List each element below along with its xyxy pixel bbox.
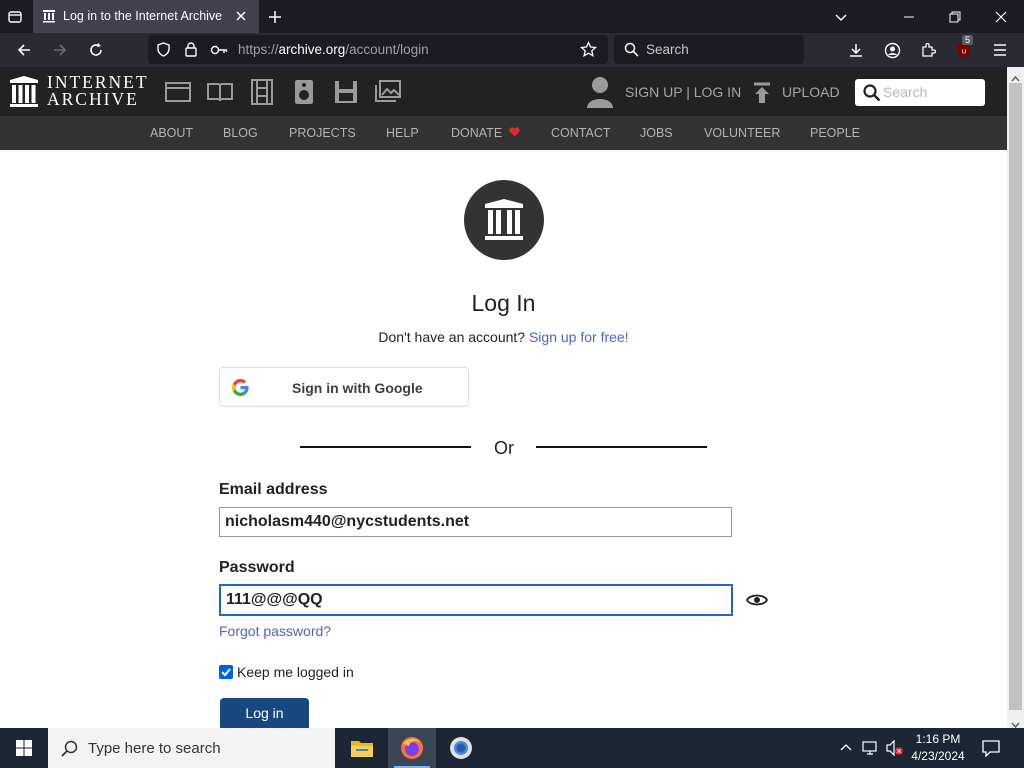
google-signin-label: Sign in with Google — [292, 380, 423, 396]
downloads-icon[interactable] — [844, 38, 868, 62]
nav-contact[interactable]: CONTACT — [551, 126, 611, 140]
signup-login-link[interactable]: SIGN UP | LOG IN — [625, 84, 741, 100]
extensions-puzzle-icon[interactable] — [916, 38, 940, 62]
taskbar-search-placeholder: Type here to search — [88, 740, 221, 757]
audio-speaker-icon[interactable] — [291, 79, 317, 105]
taskbar-clock[interactable]: 1:16 PM 4/23/2024 — [907, 731, 969, 765]
divider-left — [300, 446, 471, 448]
system-tray-chevron-icon[interactable] — [840, 741, 852, 759]
network-icon[interactable] — [862, 740, 880, 761]
user-avatar-icon[interactable] — [585, 76, 615, 113]
minimize-window-button[interactable] — [886, 0, 932, 33]
windows-start-icon[interactable] — [0, 728, 48, 768]
new-tab-button[interactable] — [264, 6, 286, 28]
ia-emblem-icon — [464, 180, 544, 260]
search-icon — [624, 42, 639, 62]
ia-logo-wordmark[interactable]: INTERNET ARCHIVE — [47, 73, 149, 109]
volume-muted-icon[interactable] — [886, 739, 904, 761]
nav-donate-label: DONATE — [451, 126, 503, 140]
page-title: Log In — [471, 290, 536, 316]
tab-overview-icon[interactable] — [4, 6, 26, 28]
no-account-label: Don't have an account? — [378, 329, 526, 345]
file-explorer-icon[interactable] — [338, 728, 386, 768]
keep-logged-in-checkbox[interactable] — [219, 665, 233, 679]
windows-taskbar: Type here to search 1:16 PM 4/23/2024 — [0, 728, 1024, 768]
close-window-button[interactable] — [978, 0, 1024, 33]
browser-search-placeholder: Search — [646, 42, 689, 57]
heart-icon — [509, 126, 520, 140]
tab-title: Log in to the Internet Archive — [63, 9, 223, 23]
nav-donate[interactable]: DONATE — [451, 126, 520, 140]
browser-tab-active[interactable]: Log in to the Internet Archive — [33, 0, 259, 33]
lock-icon[interactable] — [184, 41, 198, 62]
back-arrow-icon[interactable] — [12, 38, 36, 62]
browser-nav-bar: https://archive.org/account/login Search… — [0, 33, 1024, 67]
reload-icon[interactable] — [84, 38, 108, 62]
ia-logo-icon[interactable] — [9, 76, 39, 113]
texts-book-icon[interactable] — [207, 79, 233, 105]
scroll-thumb[interactable] — [1009, 83, 1022, 710]
email-label: Email address — [219, 481, 328, 498]
tracking-shield-icon[interactable] — [156, 42, 171, 62]
video-film-icon[interactable] — [249, 79, 275, 105]
ia-search-input[interactable]: Search — [855, 79, 985, 106]
forgot-password-link[interactable]: Forgot password? — [219, 623, 331, 639]
logo-line2: ARCHIVE — [47, 89, 139, 109]
account-icon[interactable] — [880, 38, 904, 62]
upload-link[interactable]: UPLOAD — [782, 84, 840, 100]
clock-time: 1:16 PM — [915, 732, 961, 746]
software-floppy-icon[interactable] — [333, 79, 359, 105]
taskbar-search-box[interactable]: Type here to search — [48, 728, 335, 768]
browser-tab-bar: Log in to the Internet Archive — [0, 0, 1024, 33]
nav-help[interactable]: HELP — [386, 126, 419, 140]
show-password-eye-icon[interactable] — [745, 592, 769, 613]
google-signin-button[interactable]: Sign in with Google — [219, 367, 469, 407]
no-account-text: Don't have an account? Sign up for free! — [0, 329, 1007, 345]
search-icon — [863, 84, 881, 107]
keep-logged-in-label[interactable]: Keep me logged in — [237, 664, 354, 680]
menu-hamburger-icon[interactable] — [988, 38, 1012, 62]
images-photo-icon[interactable] — [375, 79, 401, 105]
ia-sub-nav: ABOUT BLOG PROJECTS HELP DONATE CONTACT … — [0, 116, 1007, 150]
institution-favicon-icon — [42, 9, 56, 28]
nav-volunteer[interactable]: VOLUNTEER — [704, 126, 780, 140]
upload-arrow-icon[interactable] — [752, 82, 772, 109]
nav-blog[interactable]: BLOG — [223, 126, 258, 140]
email-field[interactable] — [219, 507, 732, 537]
nav-jobs[interactable]: JOBS — [640, 126, 673, 140]
divider-right — [536, 446, 707, 448]
nav-about[interactable]: ABOUT — [150, 126, 193, 140]
url-text[interactable]: https://archive.org/account/login — [238, 42, 429, 57]
bookmark-star-icon[interactable] — [579, 40, 598, 63]
restore-window-button[interactable] — [932, 0, 978, 33]
svg-text:u: u — [962, 47, 966, 55]
ublock-badge: 5 — [962, 35, 974, 45]
browser-search-bar[interactable]: Search — [614, 35, 804, 64]
clock-date: 4/23/2024 — [911, 749, 965, 763]
chrome-icon[interactable] — [437, 728, 485, 768]
ublock-shield-icon[interactable]: u 5 — [952, 35, 976, 62]
google-g-icon — [231, 378, 250, 402]
signup-free-link[interactable]: Sign up for free! — [529, 329, 629, 345]
url-bar[interactable]: https://archive.org/account/login — [148, 35, 608, 64]
nav-projects[interactable]: PROJECTS — [289, 126, 356, 140]
page-scrollbar[interactable] — [1007, 67, 1024, 729]
search-icon — [61, 740, 78, 762]
ia-top-nav: INTERNET ARCHIVE SIGN UP | LOG IN UPLOAD… — [0, 67, 1007, 116]
web-archive-icon[interactable] — [165, 79, 191, 105]
close-tab-icon[interactable] — [233, 8, 249, 24]
ia-search-placeholder: Search — [883, 84, 928, 100]
login-button[interactable]: Log in — [220, 698, 309, 728]
forward-arrow-icon[interactable] — [48, 38, 72, 62]
or-divider-text: Or — [494, 438, 514, 458]
nav-people[interactable]: PEOPLE — [810, 126, 860, 140]
password-label: Password — [219, 559, 295, 576]
firefox-icon[interactable] — [388, 728, 436, 768]
key-icon[interactable] — [210, 43, 228, 61]
password-field[interactable] — [219, 584, 733, 616]
list-tabs-chevron-icon[interactable] — [830, 6, 852, 28]
notifications-icon[interactable] — [982, 739, 1000, 762]
